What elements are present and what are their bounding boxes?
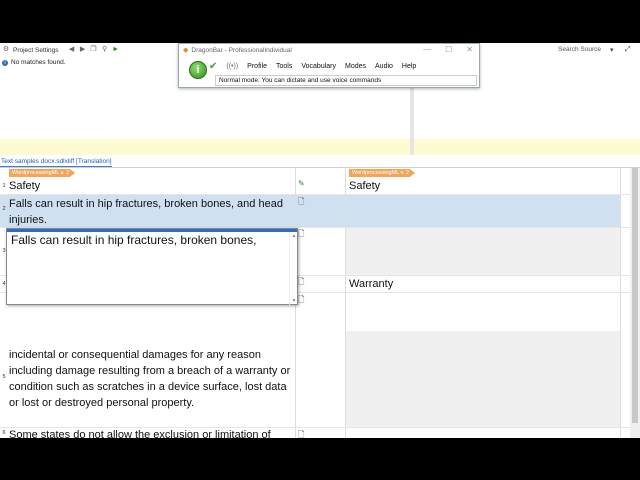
search-source-label[interactable]: Search Source [558, 46, 601, 53]
copy-icon[interactable]: ❐ [90, 46, 98, 54]
dragonbar-title: DragonBar - ProfessionalIndividual [191, 46, 292, 54]
scroll-up-icon[interactable]: ▲ [290, 233, 298, 239]
dragonbar-menu: ✔ ((•)) Profile Tools Vocabulary Modes A… [209, 59, 416, 73]
dictation-scrollbar[interactable]: ▲ ▼ [289, 232, 297, 305]
dropdown-chevron-icon[interactable]: ▾ [610, 46, 614, 54]
project-settings-title: Project Settings [13, 46, 59, 54]
source-segment[interactable]: Falls can result in hip fractures, broke… [9, 196, 293, 228]
menu-vocabulary[interactable]: Vocabulary [301, 63, 336, 70]
document-icon[interactable]: 🗋 [298, 228, 304, 242]
gear-icon: ⚙ [2, 46, 10, 53]
check-icon[interactable]: ✔ [209, 61, 217, 72]
pencil-icon[interactable]: ✎ [298, 179, 305, 188]
source-segment[interactable]: Some states do not allow the exclusion o… [9, 427, 293, 438]
minimize-icon[interactable]: — [423, 45, 431, 54]
target-tag: WordprocessingML v. 2 [349, 169, 416, 177]
row-number: 5 [2, 374, 6, 380]
project-settings-toolbar: ⚙ Project Settings ◀ ▶ ❐ ⚲ ► [0, 43, 178, 57]
row-divider [0, 194, 640, 195]
target-segment[interactable]: Warranty [349, 276, 617, 292]
document-icon[interactable]: 🗋 [298, 276, 304, 290]
maximize-icon[interactable]: ☐ [445, 45, 452, 54]
tab-document[interactable]: Text samples docx.sdlxliff [Translation] [0, 157, 112, 167]
target-cell-bg [346, 227, 620, 275]
no-matches-text: No matches found. [11, 59, 66, 66]
row-number: 1 [2, 183, 6, 189]
forward-arrow-icon[interactable]: ▶ [79, 46, 87, 54]
speaker-icon[interactable]: ((•)) [226, 63, 238, 70]
preview-strip-left [0, 139, 410, 155]
document-icon[interactable]: 🗋 [298, 294, 304, 308]
document-icon[interactable]: 🗋 [298, 196, 304, 210]
filter-icon[interactable]: ⚲ [101, 46, 109, 54]
document-icon[interactable]: 🗋 [298, 429, 304, 438]
no-matches-message: i No matches found. [0, 59, 66, 66]
row-number: 2 [2, 206, 6, 212]
scrollbar-thumb[interactable] [632, 168, 638, 423]
menu-help[interactable]: Help [402, 63, 416, 70]
column-separator [345, 168, 346, 438]
info-icon: i [2, 59, 8, 66]
dragonbar-status: Normal mode: You can dictate and use voi… [215, 75, 477, 86]
preview-strip-right [414, 139, 640, 155]
target-cell-bg [346, 331, 620, 427]
source-tag: WordprocessingML v. 2 [9, 169, 76, 177]
expand-icon[interactable]: ⤢ [625, 46, 631, 54]
back-arrow-icon[interactable]: ◀ [68, 46, 76, 54]
scroll-down-icon[interactable]: ▼ [290, 298, 298, 304]
close-icon[interactable]: ✕ [466, 45, 473, 54]
microphone-icon[interactable]: i [189, 61, 207, 79]
source-segment[interactable]: Safety [9, 178, 293, 194]
editor-scrollbar[interactable] [630, 168, 640, 438]
dragon-logo-icon: ◆ [183, 47, 189, 54]
dictation-text[interactable]: Falls can result in hip fractures, broke… [11, 233, 283, 248]
source-segment[interactable]: incidental or consequential damages for … [9, 347, 293, 411]
row-number: 6 [2, 430, 6, 436]
window-controls: — ☐ ✕ [423, 45, 473, 54]
target-cell-bg [346, 427, 620, 438]
app-window: ⚙ Project Settings ◀ ▶ ❐ ⚲ ► i No matche… [0, 43, 640, 438]
menu-audio[interactable]: Audio [375, 63, 393, 70]
menu-modes[interactable]: Modes [345, 63, 366, 70]
menu-profile[interactable]: Profile [247, 63, 267, 70]
run-icon[interactable]: ► [112, 46, 120, 54]
menu-tools[interactable]: Tools [276, 63, 292, 70]
target-segment[interactable]: Safety [349, 178, 617, 194]
dictation-box-accent [7, 229, 297, 232]
dictation-box[interactable]: Falls can result in hip fractures, broke… [6, 228, 298, 305]
dragonbar-window: ◆ DragonBar - ProfessionalIndividual — ☐… [178, 43, 480, 88]
column-separator [620, 168, 621, 438]
target-cell-bg [346, 195, 620, 227]
